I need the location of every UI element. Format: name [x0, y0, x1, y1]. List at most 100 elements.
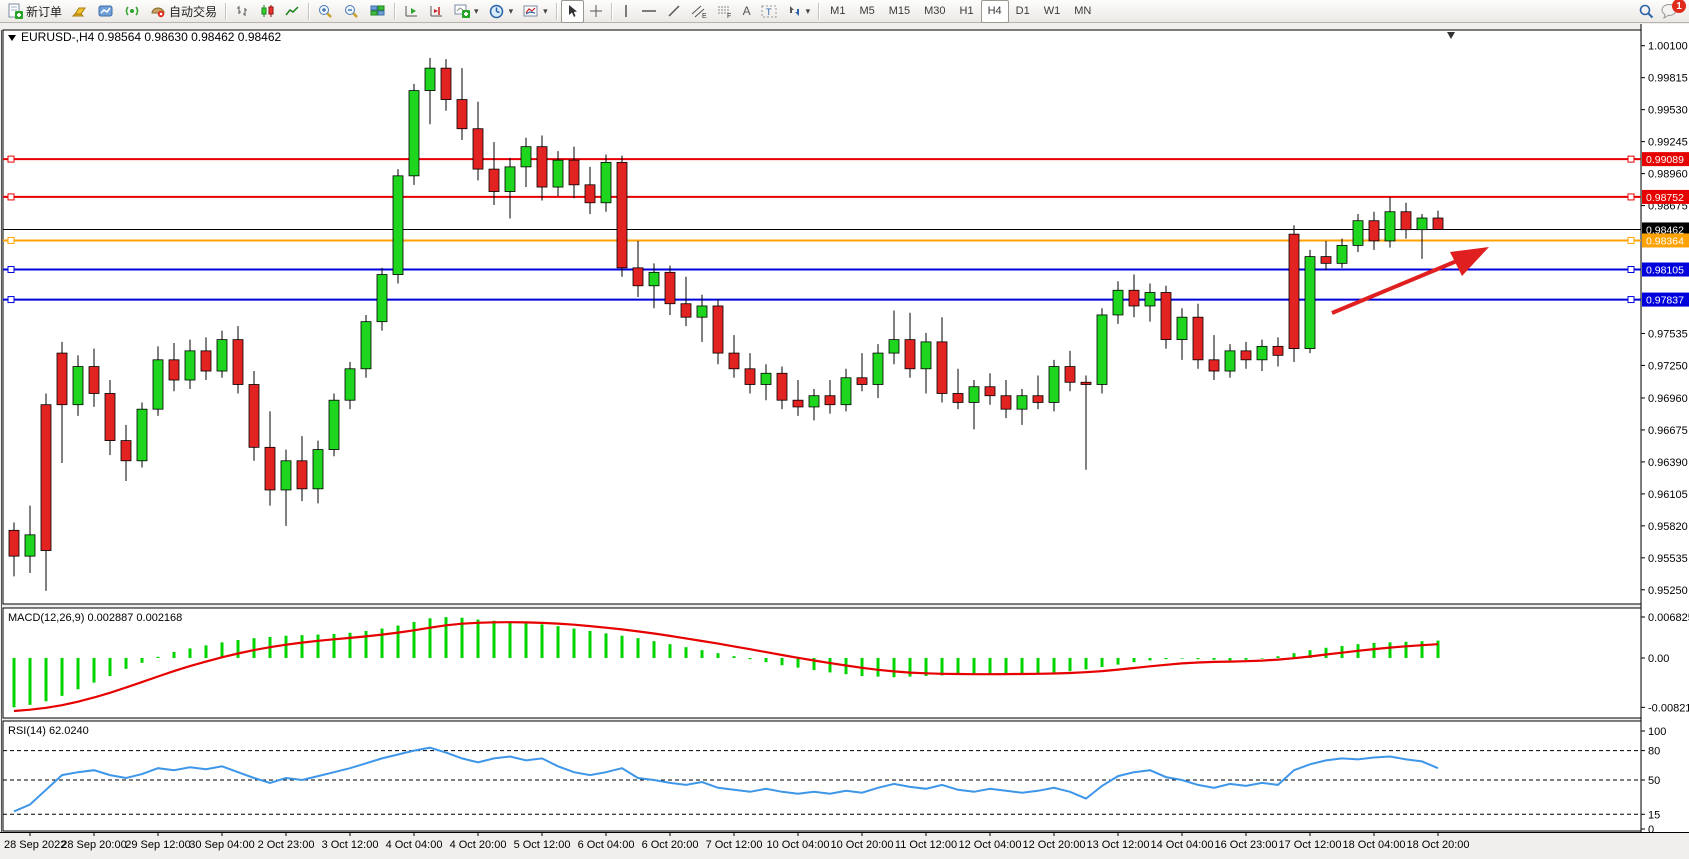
- line-anchor: [8, 237, 14, 243]
- rsi-axis-label: 100: [1648, 726, 1666, 738]
- candle: [713, 306, 723, 353]
- tile-windows-button[interactable]: [365, 0, 391, 23]
- time-axis-label: 2 Oct 23:00: [258, 839, 315, 851]
- chart-shift-button[interactable]: [424, 0, 449, 23]
- timeframe-button-h1[interactable]: H1: [953, 0, 981, 23]
- candle: [233, 340, 243, 385]
- candle: [297, 461, 307, 489]
- candle: [857, 378, 867, 385]
- bar-chart-icon: [235, 4, 250, 18]
- candle: [329, 400, 339, 449]
- candle: [505, 167, 515, 192]
- candle: [825, 396, 835, 405]
- candle: [1001, 396, 1011, 409]
- cursor-tool-button[interactable]: [561, 0, 584, 23]
- search-icon[interactable]: [1638, 3, 1655, 20]
- candle: [185, 351, 195, 380]
- timeframe-button-mn[interactable]: MN: [1067, 0, 1098, 23]
- candle: [521, 147, 531, 167]
- candle: [1401, 212, 1411, 230]
- rsi-axis-label: 0: [1648, 824, 1654, 836]
- candle: [1161, 293, 1171, 340]
- timeframe-button-h4[interactable]: H4: [981, 0, 1009, 23]
- toolbar-separator: [394, 3, 396, 20]
- fibonacci-tool-button[interactable]: F: [712, 0, 738, 23]
- dropdown-caret: ▾: [474, 6, 479, 17]
- candle: [281, 461, 291, 490]
- time-axis-label: 6 Oct 20:00: [642, 839, 699, 851]
- candle: [873, 353, 883, 384]
- line-anchor: [1628, 297, 1634, 303]
- tile-windows-icon: [370, 4, 386, 18]
- horizontal-line-icon: [641, 4, 657, 18]
- candle: [777, 373, 787, 400]
- rsi-axis-label: 15: [1648, 809, 1660, 821]
- price-tick-label: 0.96390: [1648, 457, 1688, 469]
- auto-scroll-icon: [404, 4, 419, 18]
- hline-tool-button[interactable]: [636, 0, 662, 23]
- price-line-label: 0.98752: [1646, 192, 1684, 204]
- candle: [425, 68, 435, 90]
- dropdown-caret: ▾: [543, 6, 548, 17]
- candle: [1193, 317, 1203, 360]
- channel-tool-button[interactable]: E: [686, 0, 712, 23]
- crosshair-tool-button[interactable]: [584, 0, 608, 23]
- candle: [1065, 367, 1075, 383]
- market-watch-button[interactable]: [67, 0, 93, 23]
- time-axis-label: 12 Oct 20:00: [1023, 839, 1086, 851]
- label-tool-button[interactable]: T: [756, 0, 782, 23]
- time-axis-label: 5 Oct 12:00: [514, 839, 571, 851]
- candle: [1145, 293, 1155, 306]
- text-icon: A: [743, 4, 751, 18]
- time-axis-label: 7 Oct 12:00: [706, 839, 763, 851]
- new-chart-dropdown[interactable]: ▾: [449, 0, 484, 23]
- candle-chart-mode-button[interactable]: [255, 0, 280, 23]
- timeframe-button-m15[interactable]: M15: [882, 0, 917, 23]
- price-line-label: 0.98364: [1646, 235, 1684, 247]
- template-dropdown[interactable]: ▾: [518, 0, 553, 23]
- auto-scroll-button[interactable]: [399, 0, 424, 23]
- candle: [537, 147, 547, 187]
- candle: [249, 384, 259, 447]
- timeframe-button-m1[interactable]: M1: [823, 0, 852, 23]
- bar-chart-mode-button[interactable]: [230, 0, 255, 23]
- timeframe-button-m30[interactable]: M30: [917, 0, 952, 23]
- candle: [761, 373, 771, 384]
- candle: [1321, 257, 1331, 264]
- candle: [633, 268, 643, 286]
- candle: [697, 306, 707, 317]
- price-tick-label: 0.97535: [1648, 328, 1688, 340]
- trendline-tool-button[interactable]: [662, 0, 686, 23]
- chart-area[interactable]: 1.001000.998150.995300.992450.989600.986…: [0, 24, 1689, 859]
- chart-window-button[interactable]: [93, 0, 119, 23]
- candle: [153, 360, 163, 409]
- vline-tool-button[interactable]: [616, 0, 636, 23]
- autotrading-button[interactable]: 自动交易: [145, 0, 222, 23]
- timeframe-button-d1[interactable]: D1: [1009, 0, 1037, 23]
- line-chart-mode-button[interactable]: [280, 0, 305, 23]
- candle: [985, 387, 995, 396]
- toolbar-separator: [225, 3, 227, 20]
- toolbar: 新订单 自动交易 ▾ ▾ ▾ E F A T ▾ M: [0, 0, 1689, 23]
- timeframe-button-m5[interactable]: M5: [852, 0, 881, 23]
- candle: [361, 322, 371, 369]
- candle: [1433, 218, 1443, 229]
- zoom-in-button[interactable]: [313, 0, 339, 23]
- zoom-out-button[interactable]: [339, 0, 365, 23]
- text-tool-button[interactable]: A: [738, 0, 756, 23]
- candle: [617, 162, 627, 267]
- shapes-dropdown[interactable]: ▾: [782, 0, 816, 23]
- price-tick-label: 0.99245: [1648, 137, 1688, 149]
- candle: [345, 369, 355, 400]
- signals-button[interactable]: [119, 0, 145, 23]
- price-tick-label: 0.95820: [1648, 521, 1688, 533]
- candle: [745, 369, 755, 385]
- candle: [665, 272, 675, 303]
- chat-notification-icon[interactable]: 1: [1661, 3, 1679, 19]
- period-dropdown[interactable]: ▾: [484, 0, 519, 23]
- zoom-out-icon: [344, 4, 360, 19]
- autotrading-label: 自动交易: [169, 3, 217, 20]
- timeframe-button-w1[interactable]: W1: [1037, 0, 1068, 23]
- new-order-button[interactable]: 新订单: [2, 0, 67, 23]
- candle: [1273, 346, 1283, 355]
